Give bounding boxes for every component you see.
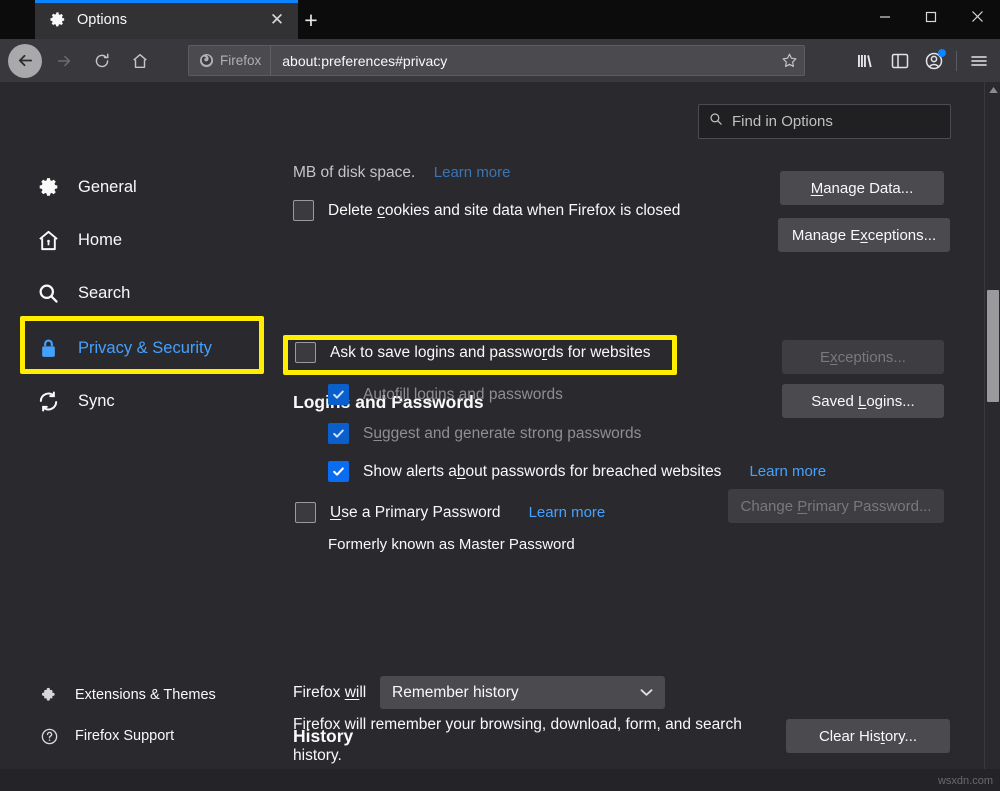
preferences-main-pane: Find in Options MB of disk space. Learn … (285, 82, 985, 791)
use-primary-password-row[interactable]: Use a Primary Password Learn more (295, 502, 605, 523)
ask-to-save-logins-checkbox[interactable] (295, 342, 316, 363)
toolbar-right-buttons (849, 39, 996, 82)
sidebar-item-label: General (78, 178, 137, 197)
sidebar-item-search[interactable]: Search (36, 276, 130, 310)
maximize-button[interactable] (908, 0, 954, 33)
primary-password-note: Formerly known as Master Password (328, 530, 575, 560)
history-description-line2: history. (293, 741, 342, 771)
sidebar-item-privacy-security[interactable]: Privacy & Security (36, 331, 212, 365)
home-icon (36, 228, 60, 252)
delete-cookies-checkbox[interactable] (293, 200, 314, 221)
suggest-strong-passwords-row[interactable]: Suggest and generate strong passwords (328, 423, 641, 444)
hamburger-menu-icon[interactable] (962, 44, 996, 78)
use-primary-password-label: Use a Primary Password (330, 504, 501, 522)
browser-tab-options[interactable]: Options ✕ (35, 0, 298, 39)
active-tab-accent (35, 0, 298, 3)
sidebar-item-label: Home (78, 231, 122, 250)
gear-icon (49, 11, 66, 28)
autofill-logins-label: Autofill logins and passwords (363, 386, 563, 404)
bookmark-star-icon[interactable] (774, 46, 804, 75)
back-button[interactable] (8, 44, 42, 78)
sidebar-item-general[interactable]: General (36, 170, 137, 204)
manage-data-button[interactable]: Manage Data... (780, 171, 944, 205)
breach-alerts-learn-more-link[interactable]: Learn more (749, 463, 826, 480)
search-placeholder: Find in Options (732, 113, 833, 130)
suggest-strong-passwords-checkbox[interactable] (328, 423, 349, 444)
library-icon[interactable] (849, 44, 883, 78)
exceptions-button: Exceptions... (782, 340, 944, 374)
sidebar-item-label: Extensions & Themes (75, 687, 216, 703)
account-notification-badge (938, 49, 946, 57)
sync-icon (36, 389, 60, 413)
identity-label: Firefox (220, 53, 261, 68)
sidebar-item-firefox-support[interactable]: Firefox Support (39, 719, 174, 753)
tab-bar: Options ✕ + (0, 0, 1000, 39)
close-window-button[interactable] (954, 0, 1000, 33)
delete-cookies-row[interactable]: Delete cookies and site data when Firefo… (293, 200, 680, 221)
sidebar-item-label: Sync (78, 392, 115, 411)
preferences-content: General Home (0, 82, 1000, 791)
puzzle-icon (39, 683, 59, 707)
use-primary-password-checkbox[interactable] (295, 502, 316, 523)
chevron-down-icon (640, 686, 653, 700)
identity-box[interactable]: Firefox (189, 46, 271, 75)
scroll-up-arrow-icon[interactable] (985, 82, 1000, 98)
tab-title: Options (77, 12, 266, 28)
breach-alerts-row[interactable]: Show alerts about passwords for breached… (328, 461, 826, 482)
disk-space-label: MB of disk space. (293, 164, 415, 181)
autofill-logins-row[interactable]: Autofill logins and passwords (328, 384, 563, 405)
firefox-options-window: Options ✕ + (0, 0, 1000, 791)
sidebar-item-label: Firefox Support (75, 728, 174, 744)
history-mode-dropdown[interactable]: Remember history (380, 676, 665, 709)
toolbar-separator (956, 51, 957, 71)
history-mode-value: Remember history (392, 684, 519, 702)
content-scrollbar[interactable] (984, 82, 1000, 791)
history-description-line1: Firefox will remember your browsing, dow… (293, 710, 793, 740)
firefox-will-label: Firefox will (293, 678, 366, 708)
question-circle-icon (39, 724, 59, 748)
sidebar-item-label: Search (78, 284, 130, 303)
scrollbar-thumb[interactable] (987, 290, 999, 402)
firefox-logo-icon (199, 53, 214, 68)
sidebar-item-sync[interactable]: Sync (36, 384, 115, 418)
magnifier-icon (36, 281, 60, 305)
ask-to-save-logins-label: Ask to save logins and passwords for web… (330, 344, 651, 362)
lock-icon (36, 336, 60, 360)
cookies-disk-space-text: MB of disk space. Learn more (293, 164, 713, 182)
change-primary-password-button: Change Primary Password... (728, 489, 944, 523)
sidebar-item-home[interactable]: Home (36, 223, 122, 257)
clear-history-button[interactable]: Clear History... (786, 719, 950, 753)
manage-exceptions-button[interactable]: Manage Exceptions... (778, 218, 950, 252)
suggest-strong-passwords-label: Suggest and generate strong passwords (363, 425, 641, 443)
url-bar[interactable]: Firefox about:preferences#privacy (188, 45, 805, 76)
preferences-sidebar: General Home (0, 82, 285, 791)
watermark: wsxdn.com (938, 775, 993, 787)
delete-cookies-label: Delete cookies and site data when Firefo… (328, 202, 680, 220)
saved-logins-button[interactable]: Saved Logins... (782, 384, 944, 418)
reload-button[interactable] (85, 44, 118, 77)
url-text[interactable]: about:preferences#privacy (271, 53, 774, 69)
new-tab-button[interactable]: + (296, 5, 326, 35)
sidebar-item-label: Privacy & Security (78, 339, 212, 358)
account-icon[interactable] (917, 44, 951, 78)
search-input[interactable]: Find in Options (698, 104, 951, 139)
forward-button[interactable] (47, 44, 80, 77)
autofill-logins-checkbox[interactable] (328, 384, 349, 405)
ask-to-save-logins-row[interactable]: Ask to save logins and passwords for web… (295, 342, 651, 363)
sidebar-item-extensions-themes[interactable]: Extensions & Themes (39, 678, 216, 712)
window-controls (862, 0, 1000, 39)
search-icon (709, 112, 723, 131)
primary-password-learn-more-link[interactable]: Learn more (529, 504, 606, 521)
close-tab-icon[interactable]: ✕ (266, 9, 288, 31)
sidebar-icon[interactable] (883, 44, 917, 78)
footer-strip (0, 769, 1000, 791)
learn-more-link[interactable]: Learn more (434, 164, 511, 181)
minimize-button[interactable] (862, 0, 908, 33)
breach-alerts-checkbox[interactable] (328, 461, 349, 482)
home-button[interactable] (123, 44, 156, 77)
breach-alerts-label: Show alerts about passwords for breached… (363, 463, 721, 481)
gear-icon (36, 175, 60, 199)
